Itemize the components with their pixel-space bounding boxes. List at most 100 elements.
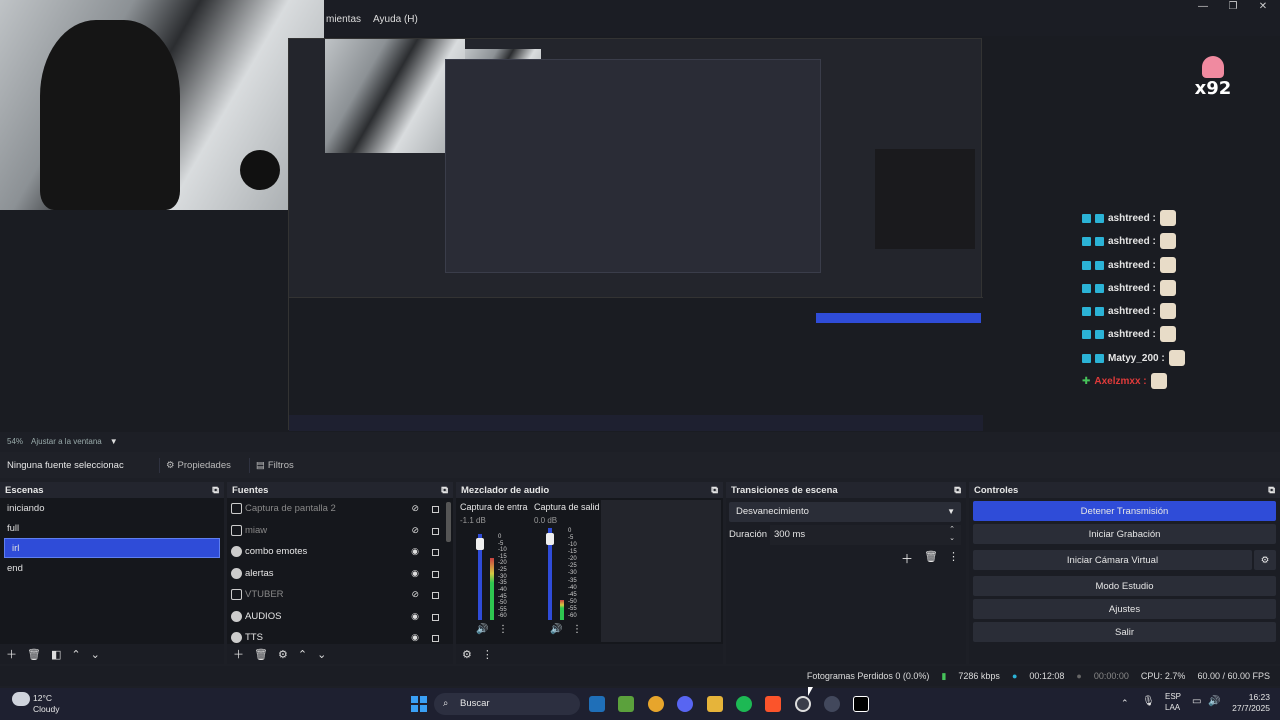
- filter-icon[interactable]: ◧: [51, 648, 61, 661]
- meter-tick-label: -15: [568, 549, 577, 556]
- stop-stream-button[interactable]: Detener Transmisión: [973, 501, 1276, 521]
- lock-icon[interactable]: [432, 635, 439, 642]
- source-item[interactable]: combo emotes ◉: [227, 541, 453, 563]
- minecraft-icon[interactable]: [618, 696, 634, 712]
- more-icon[interactable]: ⋮: [572, 624, 582, 635]
- menu-item-help[interactable]: Ayuda (H): [373, 14, 418, 32]
- duration-input[interactable]: 300 ms ⌃ ⌄: [770, 525, 961, 545]
- undock-icon[interactable]: ⧉: [441, 485, 448, 496]
- scene-item[interactable]: iniciando: [0, 498, 224, 518]
- add-icon[interactable]: ＋: [901, 550, 913, 567]
- brave-icon[interactable]: [765, 696, 781, 712]
- fader-knob[interactable]: [546, 532, 554, 545]
- file-explorer-icon[interactable]: [707, 696, 723, 712]
- maximize-button[interactable]: ❐: [1218, 0, 1248, 14]
- channel-meter[interactable]: 0 -5 -10 -15 -20 -25 -30 -35 -40 -45 -50 -55 -60: [476, 534, 526, 620]
- steam-icon[interactable]: [589, 696, 605, 712]
- meter-tick-label: -55: [498, 606, 507, 613]
- obs-icon[interactable]: [795, 696, 811, 712]
- move-up-icon[interactable]: ⌃: [71, 648, 80, 661]
- mixer-settings-icon[interactable]: ⚙: [462, 648, 472, 661]
- exit-button[interactable]: Salir: [973, 622, 1276, 642]
- lock-icon[interactable]: [432, 570, 439, 578]
- trash-icon[interactable]: 🗑: [924, 550, 938, 563]
- app-icon[interactable]: [824, 696, 840, 712]
- trash-icon[interactable]: 🗑: [254, 648, 268, 661]
- network-icon[interactable]: ▭: [1192, 696, 1201, 707]
- add-icon[interactable]: ＋: [233, 646, 244, 662]
- transition-select[interactable]: Desvanecimiento ▼: [729, 502, 961, 522]
- lock-icon[interactable]: [432, 506, 439, 513]
- move-up-icon[interactable]: ⌃: [298, 648, 307, 661]
- more-icon[interactable]: ⋮: [948, 550, 959, 563]
- undock-icon[interactable]: ⧉: [711, 485, 718, 496]
- lock-icon[interactable]: [432, 613, 439, 621]
- windows-start-icon[interactable]: [411, 696, 427, 712]
- scene-item[interactable]: full: [0, 518, 224, 538]
- weather-icon[interactable]: [12, 692, 30, 706]
- start-virtual-camera-button[interactable]: Iniciar Cámara Virtual: [973, 550, 1252, 570]
- eye-icon[interactable]: ◉: [411, 568, 419, 579]
- minimize-button[interactable]: —: [1188, 0, 1218, 14]
- eye-icon[interactable]: ◉: [411, 632, 419, 643]
- speaker-icon[interactable]: 🔊: [476, 624, 488, 635]
- chevron-up-icon[interactable]: ⌃: [1121, 698, 1129, 709]
- image-icon: [231, 589, 242, 601]
- spotify-icon[interactable]: [736, 696, 752, 712]
- speaker-icon[interactable]: 🔊: [550, 624, 562, 635]
- close-button[interactable]: ✕: [1248, 0, 1278, 14]
- source-item[interactable]: miaw ⊘: [227, 520, 453, 542]
- eye-hidden-icon[interactable]: ⊘: [411, 589, 419, 600]
- audio-mixer-dock: Mezclador de audio ⧉ Captura de entra -1.…: [456, 482, 723, 664]
- weather-temp[interactable]: 12°C: [33, 693, 52, 703]
- volume-icon[interactable]: 🔊: [1208, 696, 1220, 707]
- start-recording-button[interactable]: Iniciar Grabación: [973, 524, 1276, 544]
- move-down-icon[interactable]: ⌄: [91, 648, 100, 661]
- source-item[interactable]: Captura de pantalla 2 ⊘: [227, 498, 453, 520]
- source-item[interactable]: VTUBER ⊘: [227, 584, 453, 606]
- fit-window-dropdown[interactable]: Ajustar a la ventana: [31, 437, 102, 446]
- weather-desc[interactable]: Cloudy: [33, 704, 59, 714]
- undock-icon[interactable]: ⧉: [1268, 485, 1275, 496]
- scene-item-selected[interactable]: irl: [4, 538, 220, 558]
- more-icon[interactable]: ⋮: [498, 624, 508, 635]
- clock-time[interactable]: 16:23: [1230, 692, 1270, 702]
- undock-icon[interactable]: ⧉: [954, 485, 961, 496]
- preview-canvas[interactable]: x92 ashtreed : ashtreed : ashtreed : ash…: [0, 0, 1280, 432]
- language-1[interactable]: ESP: [1165, 692, 1181, 701]
- undock-icon[interactable]: ⧉: [212, 485, 219, 496]
- discord-icon[interactable]: [677, 696, 693, 712]
- eye-hidden-icon[interactable]: ⊘: [411, 503, 419, 514]
- microphone-icon[interactable]: 🎙: [1142, 696, 1155, 707]
- trash-icon[interactable]: 🗑: [27, 648, 41, 661]
- lock-icon[interactable]: [432, 527, 439, 535]
- lock-icon[interactable]: [432, 549, 439, 556]
- chevron-down-icon[interactable]: ▼: [110, 437, 118, 446]
- scrollbar[interactable]: [446, 502, 451, 542]
- filters-button[interactable]: ▤ Filtros: [248, 457, 300, 473]
- capcut-icon[interactable]: [853, 696, 869, 712]
- source-item[interactable]: AUDIOS ◉: [227, 606, 453, 628]
- chrome-icon[interactable]: [648, 696, 664, 712]
- channel-meter[interactable]: 0 -5 -10 -15 -20 -25 -30 -35 -40 -45 -50 -55 -60: [546, 528, 596, 620]
- clock-date[interactable]: 27/7/2025: [1222, 703, 1270, 713]
- taskbar-search[interactable]: ⌕ Buscar: [434, 693, 580, 715]
- eye-icon[interactable]: ◉: [411, 546, 419, 557]
- add-icon[interactable]: ＋: [6, 646, 17, 662]
- gear-icon[interactable]: ⚙: [1254, 550, 1276, 570]
- gear-icon[interactable]: ⚙: [278, 648, 288, 661]
- more-icon[interactable]: ⋮: [482, 648, 493, 661]
- studio-mode-button[interactable]: Modo Estudio: [973, 576, 1276, 596]
- language-2[interactable]: LAA: [1165, 703, 1180, 712]
- properties-button[interactable]: ⚙ Propiedades: [159, 457, 237, 473]
- image-icon: [231, 524, 242, 536]
- eye-icon[interactable]: ◉: [411, 611, 419, 622]
- move-down-icon[interactable]: ⌄: [317, 648, 326, 661]
- scene-item[interactable]: end: [0, 558, 224, 578]
- source-item[interactable]: alertas ◉: [227, 563, 453, 585]
- fader-knob[interactable]: [476, 538, 484, 551]
- eye-hidden-icon[interactable]: ⊘: [411, 525, 419, 536]
- settings-button[interactable]: Ajustes: [973, 599, 1276, 619]
- menu-item-tools[interactable]: mientas: [326, 14, 361, 32]
- lock-icon[interactable]: [432, 592, 439, 599]
